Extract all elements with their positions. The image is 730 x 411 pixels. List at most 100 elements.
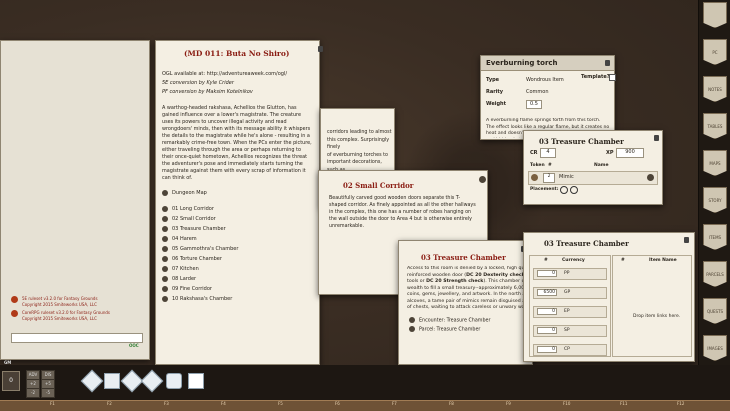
lock-icon[interactable] <box>654 135 659 141</box>
story-link[interactable]: 09 Fine Corridor <box>162 284 312 294</box>
type-value[interactable]: Wondrous Item <box>526 77 564 83</box>
treasure-story-links: Encounter: Treasure Chamber Parcel: Trea… <box>409 317 490 334</box>
story-background-line: this complex. Surprisingly finely <box>327 137 390 151</box>
story-link[interactable]: 04 Harem <box>162 234 312 244</box>
story-link[interactable]: 06 Torture Chamber <box>162 254 312 264</box>
sidebar-button[interactable]: STORY <box>703 187 727 213</box>
d4-die[interactable] <box>80 369 104 393</box>
xp-field[interactable]: 900 <box>616 148 644 158</box>
sidebar-button[interactable]: PARCELS <box>703 261 727 287</box>
template-label: Template? <box>581 74 610 80</box>
currency-row[interactable]: 0 SP <box>533 325 607 337</box>
parcel-link[interactable]: Parcel: Treasure Chamber <box>409 325 490 335</box>
story-link[interactable]: 02 Small Corridor <box>162 214 312 224</box>
dc-check-dexterity: DC 20 Dexterity check <box>466 272 525 278</box>
link-icon <box>162 245 168 252</box>
story-link[interactable]: 05 Gammothra's Chamber <box>162 244 312 254</box>
sidebar-button[interactable]: QUESTS <box>703 298 727 324</box>
lock-icon[interactable] <box>684 237 689 243</box>
currency-code: SP <box>564 328 570 333</box>
currency-amount-field[interactable]: 0 <box>537 308 557 315</box>
d20-die[interactable] <box>188 373 204 389</box>
currency-header: Currency <box>562 258 585 263</box>
sidebar-button[interactable]: PC <box>703 39 727 65</box>
dungeon-map-link[interactable]: Dungeon Map <box>162 188 312 198</box>
d6-die[interactable] <box>104 373 120 389</box>
encounter-window[interactable]: 03 Treasure Chamber CR 4 XP 900 Token # … <box>523 130 663 205</box>
currency-row[interactable]: 6500 GP <box>533 287 607 299</box>
weight-value[interactable]: 0.5 <box>526 100 542 109</box>
lock-icon[interactable] <box>318 46 323 52</box>
encounter-title: 03 Treasure Chamber <box>539 137 624 146</box>
cr-field[interactable]: 4 <box>540 148 556 158</box>
npc-count-field[interactable]: 2 <box>543 173 555 183</box>
sidebar-button[interactable]: MAPS <box>703 150 727 176</box>
chat-input[interactable] <box>11 333 143 343</box>
currency-amount-field[interactable]: 0 <box>537 270 557 277</box>
open-record-icon[interactable] <box>647 174 654 181</box>
currency-amount-field[interactable]: 6500 <box>537 289 557 296</box>
npc-name[interactable]: Mimic <box>559 174 574 180</box>
parcel-window[interactable]: 03 Treasure Chamber # Currency 0 PP 6500 GP… <box>523 232 695 362</box>
story-link[interactable]: 01 Long Corridor <box>162 204 312 214</box>
currency-amount-field[interactable]: 0 <box>537 327 557 334</box>
rarity-value[interactable]: Common <box>526 89 549 95</box>
currency-row[interactable]: 0 PP <box>533 268 607 280</box>
type-label: Type <box>486 77 500 83</box>
treasure-story-title: 03 Treasure Chamber <box>421 253 506 262</box>
currency-amount-field[interactable]: 0 <box>537 346 557 353</box>
link-icon <box>162 205 168 212</box>
small-corridor-title: 02 Small Corridor <box>343 181 414 190</box>
template-checkbox[interactable] <box>609 74 616 81</box>
story-link[interactable]: 10 Rakshasa's Chamber <box>162 294 312 304</box>
parcel-title: 03 Treasure Chamber <box>544 239 629 248</box>
module-story-window[interactable]: (MD 011: Buta No Shiro) OGL available at… <box>155 40 323 365</box>
rarity-label: Rarity <box>486 89 504 95</box>
drop-hint: Drop item links here. <box>633 314 681 319</box>
conversion-5e-line: 5E conversion by Kyle Crider <box>162 80 234 86</box>
link-icon <box>162 189 168 196</box>
modifier-button[interactable]: -2 <box>26 388 40 398</box>
story-link[interactable]: 03 Treasure Chamber <box>162 224 312 234</box>
link-icon <box>162 265 168 272</box>
ooc-toggle[interactable]: OOC <box>129 343 139 348</box>
modifier-button[interactable]: -5 <box>41 388 55 398</box>
name-header: Name <box>594 163 609 168</box>
item-drop-panel[interactable]: # Item Name Drop item links here. <box>612 255 692 357</box>
ruleset-icon <box>11 310 18 317</box>
story-background-line: of everburning torches to <box>327 152 388 158</box>
link-icon <box>409 325 415 332</box>
sidebar-button[interactable] <box>703 2 727 28</box>
story-background-line: corridors leading to almost <box>327 130 392 135</box>
item-name-header: Item Name <box>649 258 677 263</box>
sidebar-button[interactable]: IMAGES <box>703 335 727 361</box>
modifier-box[interactable]: 0 <box>2 371 20 391</box>
npc-row[interactable]: 2 Mimic <box>528 171 658 185</box>
close-icon[interactable] <box>479 176 486 183</box>
item-window[interactable]: Everburning torch Type Wondrous Item Rari… <box>480 55 616 140</box>
currency-row[interactable]: 0 CP <box>533 344 607 356</box>
story-link[interactable]: 07 Kitchen <box>162 264 312 274</box>
placement-target-icon[interactable] <box>570 186 578 194</box>
treasure-story-window[interactable]: 03 Treasure Chamber Access to this room … <box>398 240 533 365</box>
hotkey-bar: F1 F2 F3 F4 F5 F6 F7 F8 F9 F10 F11 F12 <box>0 400 730 411</box>
weight-label: Weight <box>486 101 506 107</box>
d10-die[interactable] <box>140 369 164 393</box>
story-link[interactable]: 08 Larder <box>162 274 312 284</box>
lock-icon[interactable] <box>605 60 610 66</box>
sidebar-button[interactable]: TABLES <box>703 113 727 139</box>
small-corridor-body: Beautifully carved good wooden doors sep… <box>329 196 476 229</box>
sidebar: PC NOTES TABLES MAPS STORY ITEMS PARCELS QUESTS… <box>698 0 730 410</box>
treasure-story-body: Access to this room is denied by a locke… <box>407 266 530 310</box>
link-icon <box>162 285 168 292</box>
story-body: A warthog-headed rakshasa, Achellios the… <box>162 105 312 181</box>
placement-target-icon[interactable] <box>560 186 568 194</box>
sidebar-button[interactable]: ITEMS <box>703 224 727 250</box>
currency-row[interactable]: 0 EP <box>533 306 607 318</box>
sidebar-button[interactable]: NOTES <box>703 76 727 102</box>
chat-window[interactable]: 5E ruleset v3.2.0 for Fantasy Grounds Cop… <box>0 40 150 360</box>
token-icon[interactable] <box>531 174 538 181</box>
encounter-link[interactable]: Encounter: Treasure Chamber <box>409 317 490 326</box>
currency-code: EP <box>564 309 570 314</box>
d12-die[interactable] <box>166 373 182 389</box>
